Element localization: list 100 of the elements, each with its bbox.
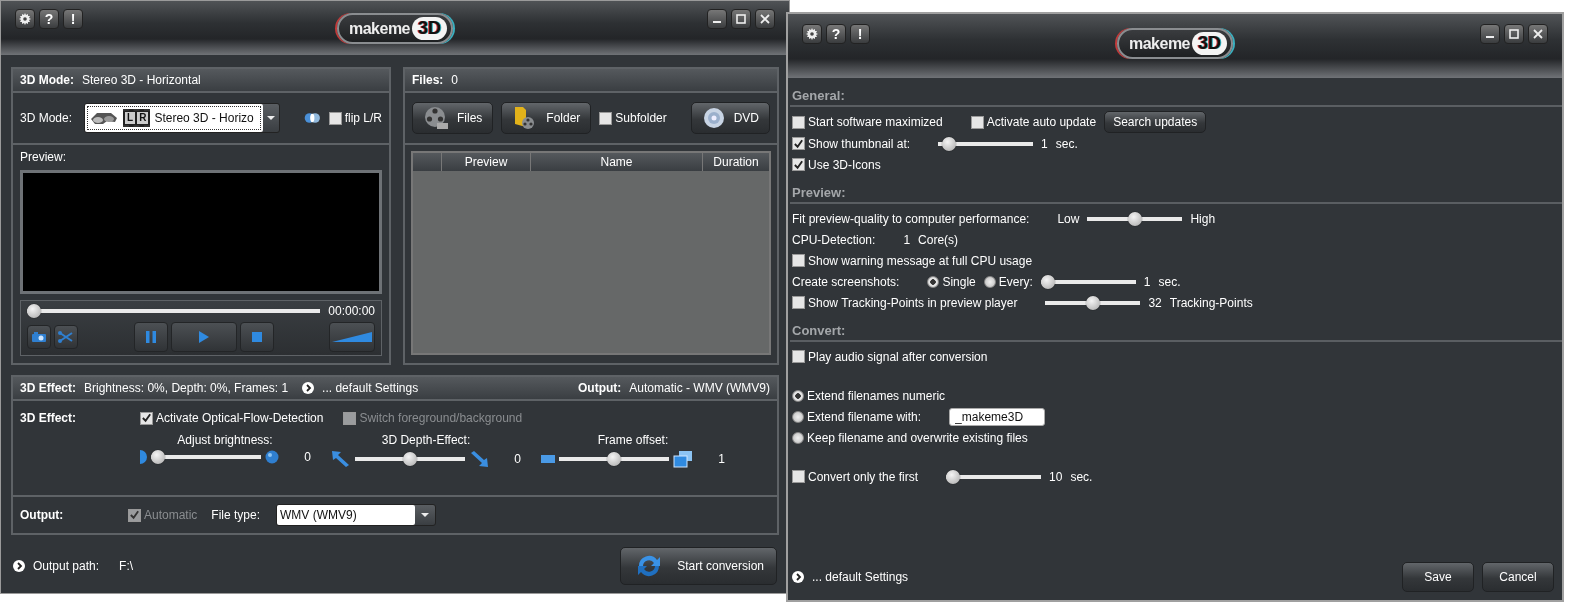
radio-button[interactable]	[792, 410, 804, 423]
help-button[interactable]: !	[850, 24, 870, 44]
slider-handle[interactable]	[942, 136, 957, 151]
slider-handle[interactable]	[1040, 274, 1055, 289]
maximize-icon	[1509, 29, 1519, 39]
checkbox-label[interactable]: Activate Optical-Flow-Detection	[156, 411, 324, 425]
radio-label[interactable]: Extend filename with:	[807, 409, 922, 424]
checkbox[interactable]	[792, 254, 805, 267]
maximize-icon	[736, 14, 746, 24]
checkbox-label[interactable]: Subfolder	[615, 111, 667, 125]
pause-button[interactable]	[133, 322, 168, 352]
effect-summary: Brightness: 0%, Depth: 0%, Frames: 1	[84, 381, 289, 395]
checkbox[interactable]	[792, 158, 805, 171]
help-button[interactable]: !	[63, 9, 83, 29]
minimize-icon	[713, 21, 721, 23]
slider-handle[interactable]	[403, 452, 417, 466]
output-path-label: Output path:	[33, 559, 100, 573]
logo-wordmark: makeme	[348, 19, 410, 38]
radio-button[interactable]	[792, 431, 804, 444]
column-header[interactable]: Preview	[441, 153, 530, 171]
settings-button[interactable]	[802, 24, 822, 44]
play-button[interactable]	[170, 322, 237, 352]
slider-title: Frame offset:	[597, 433, 669, 447]
checkbox-label[interactable]: Show warning message at full CPU usage	[808, 253, 1033, 268]
checkbox-label[interactable]: Use 3D-Icons	[808, 157, 881, 172]
checkbox[interactable]	[792, 350, 805, 363]
minimize-button[interactable]	[707, 9, 727, 29]
checkbox-label[interactable]: Show Tracking-Points in preview player	[808, 295, 1018, 310]
maximize-button[interactable]	[1504, 24, 1524, 44]
default-settings-link[interactable]: ... default Settings	[322, 381, 419, 395]
mode-dropdown[interactable]: L R Stereo 3D - Horizo	[84, 103, 281, 133]
setting-text: 1	[1143, 274, 1151, 289]
camera-icon	[31, 331, 47, 343]
checkbox-label[interactable]: Show thumbnail at:	[808, 136, 911, 151]
logo-badge: 3D	[412, 17, 448, 40]
maximize-button[interactable]	[731, 9, 751, 29]
help-button[interactable]: ?	[826, 24, 846, 44]
section-heading: Convert:	[790, 319, 1562, 342]
settings-button[interactable]	[15, 9, 35, 29]
column-header[interactable]: Name	[530, 153, 702, 171]
radio-label[interactable]: Single	[942, 274, 976, 289]
minimize-button[interactable]	[1480, 24, 1500, 44]
close-button[interactable]	[755, 9, 775, 29]
radio-label[interactable]: Extend filenames numeric	[807, 388, 946, 403]
arrow-circle-icon	[13, 560, 25, 572]
radio-button[interactable]	[792, 389, 804, 402]
file-type-dropdown[interactable]: WMV (WMV9)	[276, 504, 437, 526]
checkbox[interactable]	[792, 115, 805, 129]
add-folder-button[interactable]: Folder	[501, 102, 592, 134]
filename-suffix-field[interactable]: _makeme3D	[949, 407, 1046, 426]
search-updates-button[interactable]: Search updates	[1104, 111, 1207, 133]
slider-handle[interactable]	[151, 450, 165, 464]
save-button[interactable]: Save	[1402, 562, 1474, 592]
radio-label[interactable]: Every:	[998, 274, 1033, 289]
panel-title: 3D Mode:	[20, 73, 74, 87]
start-conversion-button[interactable]: Start conversion	[620, 547, 777, 585]
setting-text: 1	[903, 232, 911, 247]
film-strip-icon: L R	[123, 109, 151, 127]
close-icon	[760, 14, 770, 24]
stop-button[interactable]	[239, 322, 274, 352]
slider-value: 0	[303, 450, 311, 464]
checkbox-label[interactable]: Activate auto update	[986, 115, 1097, 129]
radio-label[interactable]: Keep filename and overwrite existing files	[807, 430, 1028, 445]
checkbox[interactable]	[970, 115, 984, 129]
checkbox[interactable]	[140, 411, 153, 425]
help-button[interactable]: ?	[39, 9, 59, 29]
checkbox[interactable]	[792, 296, 805, 309]
checkbox[interactable]	[792, 137, 805, 150]
volume-button[interactable]	[329, 322, 375, 352]
setting-text: CPU-Detection:	[792, 232, 876, 247]
checkbox[interactable]	[792, 470, 805, 483]
slider-handle[interactable]	[1085, 295, 1100, 310]
cancel-button[interactable]: Cancel	[1482, 562, 1554, 592]
logo-wordmark: makeme	[1128, 34, 1190, 53]
slider-handle[interactable]	[27, 304, 41, 318]
field-label: File type:	[211, 508, 261, 522]
radio-button[interactable]	[983, 275, 996, 288]
disc-icon	[701, 106, 726, 130]
slider-handle[interactable]	[946, 469, 961, 484]
cut-button[interactable]	[54, 325, 78, 349]
default-settings-link[interactable]: ... default Settings	[812, 570, 909, 584]
checkbox-label[interactable]: Start software maximized	[808, 115, 943, 129]
minimize-icon	[1486, 36, 1494, 38]
checkbox-label[interactable]: Play audio signal after conversion	[808, 349, 988, 364]
close-button[interactable]	[1528, 24, 1548, 44]
setting-text: High	[1190, 211, 1216, 226]
checkbox[interactable]	[328, 111, 342, 125]
checkbox-label[interactable]: Convert only the first	[808, 469, 919, 484]
column-header[interactable]: Duration	[702, 153, 769, 171]
snapshot-button[interactable]	[27, 325, 51, 349]
preview-label: Preview:	[20, 150, 67, 164]
checkbox-label[interactable]: flip L/R	[344, 111, 382, 125]
checkbox[interactable]	[599, 111, 613, 125]
add-files-button[interactable]: Files	[412, 102, 494, 134]
slider-handle[interactable]	[607, 452, 621, 466]
frame-icon	[541, 454, 555, 464]
dvd-button[interactable]: DVD	[690, 102, 770, 134]
radio-button[interactable]	[927, 275, 940, 288]
slider-handle[interactable]	[1127, 211, 1142, 226]
caret-icon	[267, 116, 276, 120]
